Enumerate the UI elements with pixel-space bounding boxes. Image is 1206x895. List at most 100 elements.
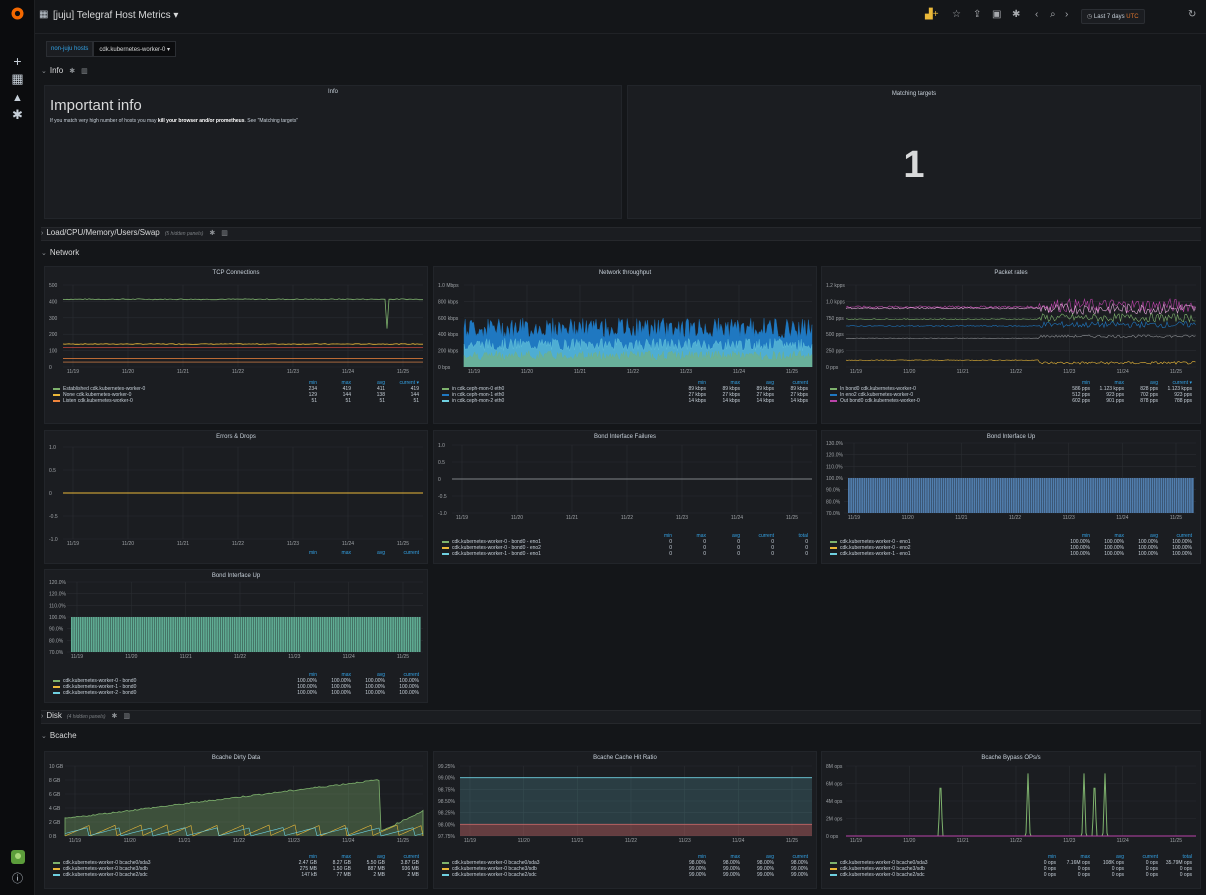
trash-icon[interactable]: ▥ (81, 68, 88, 75)
gear-icon[interactable]: ✱ (69, 68, 75, 75)
row-load[interactable]: › Load/CPU/Memory/Users/Swap (5 hidden pan… (41, 227, 1201, 241)
series-line (62, 298, 424, 329)
dashboard-title[interactable]: [juju] Telegraf Host Metrics ▾ (53, 10, 178, 21)
panel-title[interactable]: Info (45, 89, 621, 95)
row-info[interactable]: ⌄ Info ✱ ▥ (41, 66, 1201, 80)
series-swatch (53, 692, 60, 694)
legend-value-max: 0 ops (1077, 872, 1090, 878)
legend-item[interactable]: in cdk.ceph-mon-2 eth0 14 kbps 14 kbps 14 k… (442, 398, 808, 404)
y-tick-label: 8 GB (49, 778, 61, 784)
settings-icon[interactable]: ✱ (1012, 9, 1020, 20)
legend-col-avg[interactable]: avg (351, 550, 385, 556)
series-swatch (830, 388, 837, 390)
legend-value-max: 51 (345, 398, 351, 404)
help-icon[interactable]: ⓘ (9, 869, 26, 886)
legend-value-current: 100.00% (399, 690, 419, 696)
tcp-connections-panel: TCP Connections 500 400 300 200 100 0 11/19 11/… (44, 266, 428, 424)
legend-item[interactable]: cdk.kubernetes-worker-0 bcache2/sdc 147 k… (53, 872, 419, 878)
time-forward-icon[interactable]: › (1065, 9, 1068, 20)
share-icon[interactable]: ⇪ (973, 9, 981, 20)
series-swatch (53, 874, 60, 876)
legend-item[interactable]: cdk.kubernetes-worker-1 - eno1 100.00% 100… (830, 551, 1192, 557)
legend-item[interactable]: Listen cdk.kubernetes-worker-0 51 51 51 51 (53, 398, 419, 404)
x-tick-label: 11/19 (464, 838, 476, 844)
x-tick-label: 11/23 (287, 541, 299, 547)
legend-header: min max avg current (53, 550, 419, 556)
y-tick-label: 80.0% (49, 638, 64, 644)
y-tick-label: 0.5 (438, 460, 445, 466)
row-network[interactable]: ⌄ Network (41, 248, 1201, 262)
y-tick-label: -0.5 (49, 514, 58, 520)
bell-icon[interactable]: ▲ (9, 89, 26, 106)
y-tick-label: 90.0% (49, 627, 64, 633)
row-disk[interactable]: › Disk (4 hidden panels) ✱ ▥ (41, 710, 1201, 724)
x-tick-label: 11/20 (124, 838, 136, 844)
bond-up-panel: Bond Interface Up 130.0% 120.0% 110.0% 100.… (821, 430, 1201, 564)
x-tick-label: 11/22 (627, 369, 639, 375)
x-tick-label: 11/24 (342, 541, 354, 547)
trash-icon[interactable]: ▥ (221, 230, 228, 237)
y-tick-label: 1.0 (438, 443, 445, 449)
zoom-icon[interactable]: ⌕ (1050, 9, 1056, 20)
y-tick-label: 2 GB (49, 820, 61, 826)
legend-item[interactable]: cdk.kubernetes-worker-2 - bond0 100.00% 10… (53, 690, 419, 696)
trash-icon[interactable]: ▥ (123, 713, 130, 720)
legend-item[interactable]: cdk.kubernetes-worker-0 bcache2/sdc 0 ops… (830, 872, 1192, 878)
gear-icon[interactable]: ✱ (9, 106, 26, 123)
y-tick-label: 6M ops (826, 782, 843, 788)
series-bars (848, 478, 1194, 513)
legend-col-current[interactable]: current (385, 550, 419, 556)
x-tick-label: 11/20 (511, 515, 523, 521)
series-swatch (442, 394, 449, 396)
bond-failures-panel: Bond Interface Failures 1.0 0.5 0 -0.5 -1.0 1… (433, 430, 817, 564)
gear-icon[interactable]: ✱ (209, 230, 215, 237)
series-swatch (442, 874, 449, 876)
info-panel: Info Important info If you match very hi… (44, 85, 622, 219)
legend-item[interactable]: cdk.kubernetes-worker-0 bcache2/sdc 99.00… (442, 872, 808, 878)
row-title: Load/CPU/Memory/Users/Swap (46, 228, 160, 237)
y-tick-label: 100 (49, 349, 58, 355)
grafana-logo-icon[interactable] (9, 5, 26, 22)
add-panel-icon[interactable]: ▟+ (925, 9, 939, 20)
bond-failures-legend: min max avg current total cdk.kubernetes-work… (442, 533, 808, 557)
legend-col-min[interactable]: min (283, 550, 317, 556)
star-icon[interactable]: ☆ (952, 9, 961, 20)
save-icon[interactable]: ▣ (992, 9, 1001, 20)
refresh-icon[interactable]: ↻ (1188, 9, 1196, 20)
y-tick-label: -1.0 (49, 537, 58, 543)
row-bcache[interactable]: ⌄ Bcache (41, 731, 1201, 745)
time-picker[interactable]: ◷ Last 7 days UTC (1081, 9, 1145, 24)
series-area (460, 777, 812, 825)
series-swatch (53, 394, 60, 396)
gear-icon[interactable]: ✱ (112, 713, 118, 720)
legend-value-max: 100.00% (1104, 551, 1124, 557)
y-tick-label: 0 (49, 365, 52, 371)
avatar[interactable] (9, 848, 26, 865)
legend-value-current: 100.00% (1172, 551, 1192, 557)
x-tick-label: 11/21 (571, 838, 583, 844)
y-tick-label: 98.50% (438, 799, 456, 805)
x-tick-label: 11/24 (733, 369, 745, 375)
y-tick-label: 1.0 kpps (826, 299, 845, 305)
legend-item[interactable]: Out bond0 cdk.kubernetes-worker-0 602 pps… (830, 398, 1192, 404)
y-tick-label: 110.0% (49, 603, 66, 609)
x-tick-label: 11/23 (1063, 369, 1075, 375)
y-tick-label: 1.0 (49, 445, 56, 451)
series-name: Out bond0 cdk.kubernetes-worker-0 (840, 398, 920, 404)
hidden-panels-count: (5 hidden panels) (164, 231, 204, 237)
dashboards-icon[interactable]: ▦ (9, 70, 26, 87)
plus-icon[interactable]: + (9, 52, 26, 69)
x-tick-label: 11/19 (456, 515, 468, 521)
host-variable-select[interactable]: cdk.kubernetes-worker-0 ▾ (93, 41, 177, 57)
bcache-dirty-legend: min max avg current cdk.kubernetes-worker-0 … (53, 854, 419, 878)
series-name: cdk.kubernetes-worker-0 bcache2/sdc (63, 872, 148, 878)
legend-col-max[interactable]: max (317, 550, 351, 556)
legend-value-avg: 100.00% (365, 690, 385, 696)
y-tick-label: 98.75% (438, 787, 456, 793)
legend-item[interactable]: cdk.kubernetes-worker-1 - bond0 - eno1 0 0… (442, 551, 808, 557)
x-tick-label: 11/20 (902, 515, 914, 521)
template-variables: non-juju hosts cdk.kubernetes-worker-0 ▾ (46, 41, 177, 57)
panel-title[interactable]: Matching targets (628, 91, 1200, 97)
time-back-icon[interactable]: ‹ (1035, 9, 1038, 20)
legend-value-min: 51 (311, 398, 317, 404)
